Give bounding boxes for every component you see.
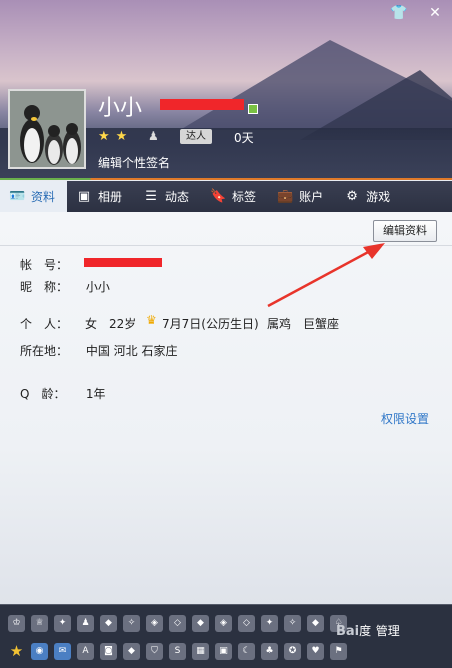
tab-games[interactable]: ⚙ 游戏	[335, 181, 402, 212]
qage-value: 1年	[85, 387, 106, 401]
redacted-account-bar	[84, 258, 162, 267]
zodiac-value: 属鸡	[267, 317, 292, 331]
tab-label: 账户	[299, 190, 324, 204]
toolbar-row-bottom: ★ ◉ ✉ A ◙ ◆ ⛉ S ▦ ▣ ☾ ♣ ✪ ♥ ⚑	[8, 643, 347, 660]
medal-icon[interactable]: ♟	[77, 615, 94, 632]
bookmark-icon: 🔖	[210, 189, 227, 204]
penguin-level-icon[interactable]: ♟	[148, 129, 159, 143]
app-icon[interactable]: A	[77, 643, 94, 660]
tab-label: 动态	[165, 190, 190, 204]
medal-icon[interactable]: ◇	[238, 615, 255, 632]
tab-profile[interactable]: 🪪 资料	[0, 181, 68, 212]
tab-tags[interactable]: 🔖 标签	[201, 181, 268, 212]
tab-feed[interactable]: ☰ 动态	[134, 181, 201, 212]
s-icon[interactable]: S	[169, 643, 186, 660]
baidu-watermark: Bai度 管理	[336, 622, 400, 639]
mail-icon[interactable]: ✉	[54, 643, 71, 660]
account-row: 帐 号：	[20, 256, 82, 273]
tab-label: 资料	[31, 190, 56, 204]
profile-card-icon: 🪪	[9, 189, 26, 204]
medal-icon[interactable]: ◆	[192, 615, 209, 632]
edit-signature-link[interactable]: 编辑个性签名	[98, 154, 170, 171]
level-stars[interactable]: ★ ★	[98, 129, 127, 144]
gender-value: 女	[85, 317, 98, 331]
cube-icon[interactable]: ▣	[215, 643, 232, 660]
edit-profile-button[interactable]: 编辑资料	[373, 220, 437, 242]
medal-icon[interactable]: ◆	[307, 615, 324, 632]
manage-label[interactable]: 管理	[376, 624, 400, 638]
watermark-suffix: 度	[359, 624, 372, 638]
vip-badge-icon[interactable]	[248, 104, 258, 114]
badge-icon[interactable]: ✪	[284, 643, 301, 660]
days-count: 0天	[234, 131, 254, 145]
tshirt-skin-icon[interactable]: 👕	[390, 4, 408, 22]
star-icon[interactable]: ★	[8, 643, 25, 660]
nickname-value: 小小	[85, 280, 110, 294]
flag-icon[interactable]: ⚑	[330, 643, 347, 660]
header-progress-line	[0, 178, 452, 180]
tab-label: 标签	[232, 190, 257, 204]
daren-badge[interactable]: 达人	[180, 129, 212, 144]
medal-icon[interactable]: ♔	[8, 615, 25, 632]
avatar[interactable]	[8, 89, 86, 169]
heart-icon[interactable]: ♥	[307, 643, 324, 660]
tab-account[interactable]: 💼 账户	[268, 181, 335, 212]
content-divider	[0, 245, 452, 246]
profile-tabs: 🪪 资料 ▣ 相册 ☰ 动态 🔖 标签 💼 账户 ⚙ 游戏	[0, 181, 452, 212]
toolbar-row-top: ♔ ♕ ✦ ♟ ◆ ✧ ◈ ◇ ◆ ◈ ◇ ✦ ✧ ◆ ♤	[8, 615, 347, 632]
redacted-name-bar	[160, 99, 244, 110]
star-icon: ★	[98, 129, 110, 144]
close-icon[interactable]: ✕	[426, 4, 444, 22]
game-icon: ⚙	[346, 189, 358, 204]
briefcase-icon: 💼	[277, 189, 294, 204]
medal-icon[interactable]: ◈	[146, 615, 163, 632]
nickname-title: 小小	[98, 96, 143, 121]
location-value: 中国 河北 石家庄	[85, 344, 178, 358]
tab-label: 相册	[98, 190, 123, 204]
medal-icon[interactable]: ✧	[123, 615, 140, 632]
medal-icon[interactable]: ◇	[169, 615, 186, 632]
watermark-text: Bai	[336, 624, 360, 639]
leaf-icon[interactable]: ♣	[261, 643, 278, 660]
medal-icon[interactable]: ✦	[54, 615, 71, 632]
qage-row: Q 龄： 1年	[20, 385, 105, 402]
personal-row: 个 人：	[20, 315, 82, 332]
feed-list-icon: ☰	[145, 189, 157, 204]
penguin-avatar-image	[10, 91, 84, 167]
profile-header: 👕 ✕ 小小 ★ ★ ♟ 达人 0天 编辑个性签名	[0, 0, 452, 180]
birthday-value: 7月7日(公历生日)	[162, 317, 259, 331]
star-icon: ★	[115, 129, 128, 144]
tab-label: 游戏	[366, 190, 391, 204]
qage-label: Q 龄：	[20, 387, 66, 401]
permission-settings-link[interactable]: 权限设置	[381, 410, 429, 427]
box-icon[interactable]: ▦	[192, 643, 209, 660]
nickname-row: 昵 称： 小小	[20, 278, 110, 295]
account-label: 帐 号：	[20, 258, 69, 272]
location-label: 所在地：	[20, 344, 69, 358]
medal-icon[interactable]: ◆	[100, 615, 117, 632]
medal-icon[interactable]: ◈	[215, 615, 232, 632]
window-top-icons: 👕 ✕	[390, 4, 444, 22]
camera-icon[interactable]: ◙	[100, 643, 117, 660]
diamond-icon[interactable]: ◆	[123, 643, 140, 660]
tab-album[interactable]: ▣ 相册	[67, 181, 134, 212]
crown-icon: ♛	[146, 313, 157, 327]
medal-icon[interactable]: ✧	[284, 615, 301, 632]
shield-icon[interactable]: ⛉	[146, 643, 163, 660]
eye-icon[interactable]: ◉	[31, 643, 48, 660]
constellation-value: 巨蟹座	[303, 317, 340, 331]
medal-icon[interactable]: ✦	[261, 615, 278, 632]
nickname-label: 昵 称：	[20, 280, 69, 294]
daren-label: 达人	[180, 129, 212, 144]
personal-label: 个 人：	[20, 317, 69, 331]
medal-icon[interactable]: ♕	[31, 615, 48, 632]
location-row: 所在地： 中国 河北 石家庄	[20, 342, 177, 359]
age-value: 22岁	[109, 317, 137, 331]
photo-album-icon: ▣	[77, 189, 91, 204]
night-icon[interactable]: ☾	[238, 643, 255, 660]
